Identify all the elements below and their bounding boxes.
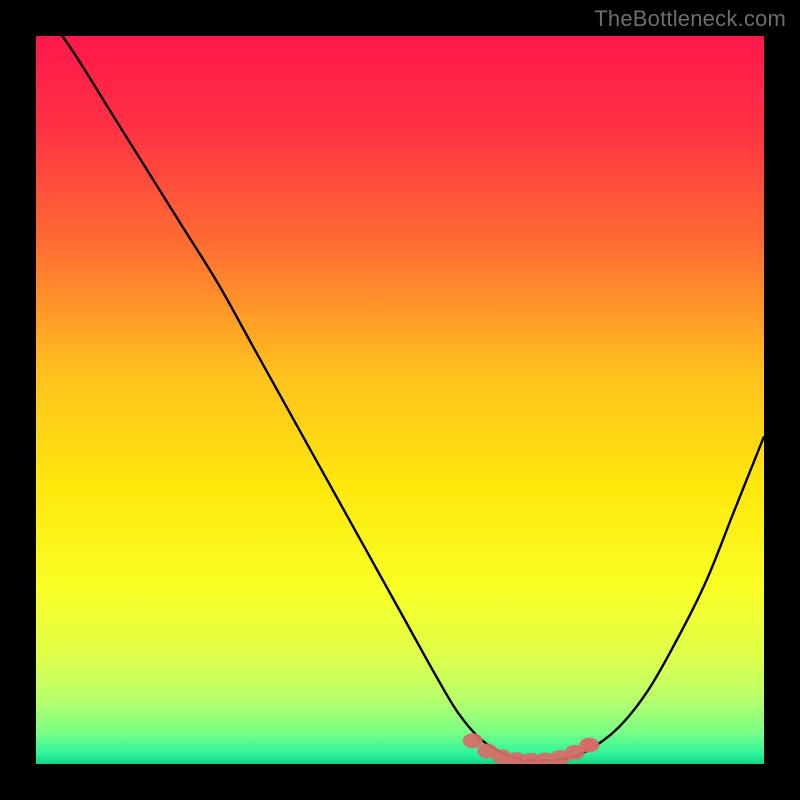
plot-area [36,36,764,764]
watermark-text: TheBottleneck.com [594,6,786,32]
bottleneck-curve [36,36,764,764]
chart-frame: TheBottleneck.com [0,0,800,800]
